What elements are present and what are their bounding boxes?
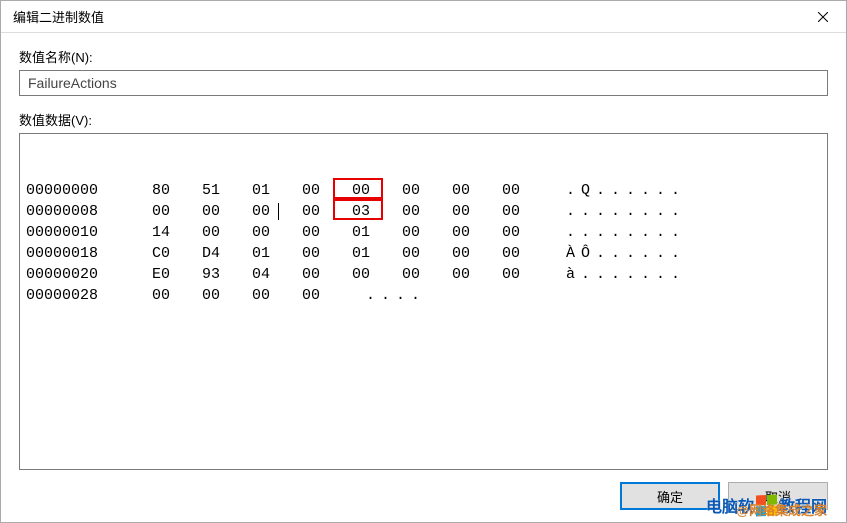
hex-ascii: .Q...... (566, 180, 686, 201)
hex-byte[interactable]: 00 (386, 180, 436, 201)
close-icon (818, 12, 828, 22)
hex-byte[interactable]: 93 (186, 264, 236, 285)
value-name-label: 数值名称(N): (19, 47, 828, 66)
hex-byte[interactable]: 00 (286, 222, 336, 243)
hex-byte[interactable]: 00 (186, 285, 236, 306)
cancel-button[interactable]: 取消 (728, 482, 828, 510)
hex-byte[interactable]: 00 (236, 222, 286, 243)
hex-bytes: 1400000001000000 (136, 222, 536, 243)
hex-byte[interactable]: 00 (486, 264, 536, 285)
hex-byte[interactable]: 01 (336, 222, 386, 243)
hex-row: 000000080000000003000000........ (26, 201, 821, 222)
hex-byte[interactable]: 80 (136, 180, 186, 201)
hex-byte[interactable]: 04 (236, 264, 286, 285)
text-caret (278, 203, 279, 220)
hex-ascii: ........ (566, 222, 686, 243)
hex-offset: 00000028 (26, 285, 136, 306)
hex-byte[interactable]: 00 (336, 264, 386, 285)
hex-byte[interactable]: 00 (486, 222, 536, 243)
ok-button[interactable]: 确定 (620, 482, 720, 510)
hex-row: 0000002800000000.... (26, 285, 821, 306)
dialog-content: 数值名称(N): 数值数据(V): 0000000080510100000000… (1, 33, 846, 522)
hex-row: 00000020E093040000000000à....... (26, 264, 821, 285)
hex-byte[interactable]: 00 (186, 201, 236, 222)
hex-offset: 00000000 (26, 180, 136, 201)
hex-byte[interactable]: 00 (386, 243, 436, 264)
hex-byte[interactable]: 00 (436, 264, 486, 285)
hex-byte[interactable]: 00 (486, 201, 536, 222)
hex-bytes: 00000000 (136, 285, 336, 306)
hex-byte[interactable]: 00 (286, 243, 336, 264)
hex-byte[interactable]: 00 (436, 201, 486, 222)
hex-byte[interactable]: D4 (186, 243, 236, 264)
value-data-label: 数值数据(V): (19, 110, 828, 129)
edit-binary-dialog: 编辑二进制数值 数值名称(N): 数值数据(V): 00000000805101… (0, 0, 847, 523)
hex-byte[interactable]: 00 (286, 201, 336, 222)
hex-row: 00000018C0D4010001000000ÀÔ...... (26, 243, 821, 264)
hex-ascii: à....... (566, 264, 686, 285)
window-title: 编辑二进制数值 (13, 7, 104, 26)
hex-offset: 00000020 (26, 264, 136, 285)
hex-bytes: E093040000000000 (136, 264, 536, 285)
hex-byte[interactable]: 14 (136, 222, 186, 243)
hex-byte[interactable]: 00 (286, 180, 336, 201)
hex-byte[interactable]: 00 (486, 180, 536, 201)
hex-offset: 00000008 (26, 201, 136, 222)
hex-byte[interactable]: E0 (136, 264, 186, 285)
hex-offset: 00000018 (26, 243, 136, 264)
hex-byte[interactable]: C0 (136, 243, 186, 264)
hex-bytes: 8051010000000000 (136, 180, 536, 201)
hex-byte[interactable]: 00 (136, 201, 186, 222)
hex-byte[interactable]: 00 (386, 222, 436, 243)
hex-byte[interactable]: 00 (136, 285, 186, 306)
hex-editor[interactable]: 000000008051010000000000.Q......00000008… (19, 133, 828, 470)
hex-byte[interactable]: 00 (336, 180, 386, 201)
hex-byte[interactable]: 01 (236, 243, 286, 264)
hex-byte[interactable]: 00 (386, 264, 436, 285)
close-button[interactable] (800, 1, 846, 33)
hex-bytes: C0D4010001000000 (136, 243, 536, 264)
hex-ascii: .... (366, 285, 426, 306)
value-name-input[interactable] (19, 70, 828, 96)
titlebar: 编辑二进制数值 (1, 1, 846, 33)
hex-byte[interactable]: 00 (436, 222, 486, 243)
hex-ascii: ........ (566, 201, 686, 222)
hex-byte[interactable]: 00 (436, 243, 486, 264)
hex-byte[interactable]: 00 (286, 264, 336, 285)
hex-byte[interactable]: 51 (186, 180, 236, 201)
hex-byte[interactable]: 03 (336, 201, 386, 222)
hex-ascii: ÀÔ...... (566, 243, 686, 264)
hex-byte[interactable]: 00 (386, 201, 436, 222)
button-row: 确定 取消 (19, 470, 828, 510)
hex-row: 000000101400000001000000........ (26, 222, 821, 243)
hex-byte[interactable]: 00 (186, 222, 236, 243)
hex-offset: 00000010 (26, 222, 136, 243)
hex-byte[interactable]: 00 (236, 285, 286, 306)
hex-byte[interactable]: 01 (336, 243, 386, 264)
hex-byte[interactable]: 00 (286, 285, 336, 306)
hex-row: 000000008051010000000000.Q...... (26, 180, 821, 201)
hex-bytes: 0000000003000000 (136, 201, 536, 222)
hex-byte[interactable]: 00 (436, 180, 486, 201)
hex-byte[interactable]: 01 (236, 180, 286, 201)
hex-byte[interactable]: 00 (486, 243, 536, 264)
